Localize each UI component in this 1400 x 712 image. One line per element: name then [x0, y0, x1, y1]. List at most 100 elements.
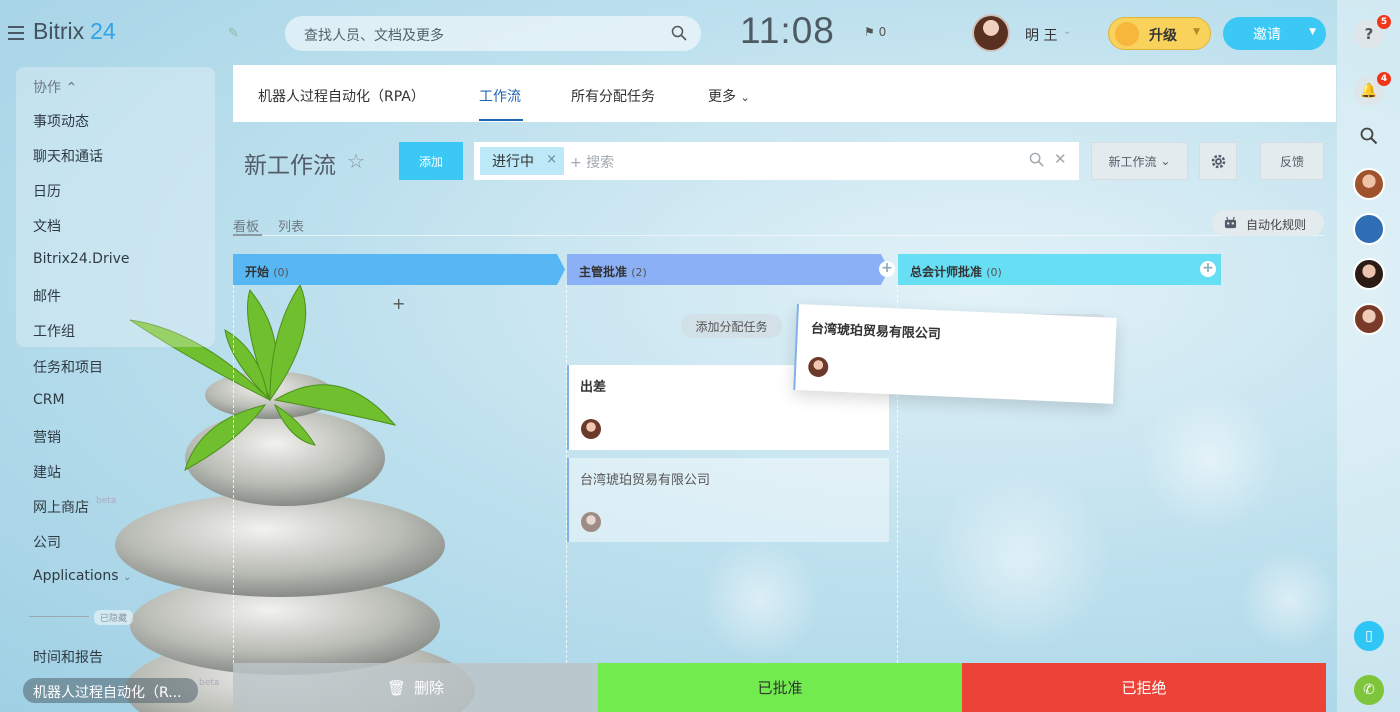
view-divider [233, 235, 1324, 236]
edit-pencil-icon[interactable]: ✎ [228, 26, 242, 41]
card-title: 台湾琥珀贸易有限公司 [580, 473, 711, 488]
card-avatar [581, 419, 601, 439]
menu-item[interactable]: 网上商店 [33, 497, 89, 517]
clear-icon[interactable]: ✕ [1054, 150, 1067, 168]
clock[interactable]: 11:08 [740, 10, 835, 52]
automation-rules-button[interactable]: 自动化规则 [1212, 210, 1324, 236]
menu-item[interactable]: 营销 [33, 427, 61, 447]
view-kanban[interactable]: 看板 [233, 216, 259, 235]
global-search[interactable]: 查找人员、文档及更多 [285, 16, 701, 51]
search-icon[interactable] [1360, 127, 1378, 145]
gear-icon [1211, 154, 1225, 168]
column-name: 总会计师批准 [910, 265, 983, 279]
delete-label: 删除 [414, 679, 445, 697]
card-avatar [807, 356, 829, 378]
beta-badge: beta [199, 678, 220, 688]
menu-item[interactable]: CRM [33, 392, 65, 408]
column-header-manager[interactable]: 主管批准 (2) + [567, 254, 895, 285]
menu-divider [29, 616, 89, 617]
menu-item[interactable]: 公司 [33, 532, 61, 552]
flag-count: 0 [878, 25, 887, 39]
invite-label: 邀请 [1253, 27, 1281, 43]
card-avatar [581, 512, 601, 532]
column-header-accountant[interactable]: 总会计师批准 (0) + [898, 254, 1221, 285]
new-workflow-label: 新工作流 [1108, 154, 1157, 169]
group-label: 协作 [33, 80, 61, 96]
feedback-button[interactable]: 反馈 [1260, 142, 1324, 180]
close-icon[interactable]: × [546, 152, 557, 167]
beta-badge: beta [96, 496, 117, 506]
chevron-down-icon: ▼ [1309, 27, 1316, 37]
add-column-icon[interactable]: + [1200, 261, 1216, 277]
tab-workflow[interactable]: 工作流 [479, 86, 521, 106]
group-chat-icon[interactable] [1353, 213, 1385, 245]
contact-avatar[interactable] [1353, 168, 1385, 200]
active-tab-indicator [479, 119, 523, 121]
chevron-down-icon: ⌄ [740, 91, 750, 104]
add-button[interactable]: 添加 [399, 142, 463, 180]
filter-search-input[interactable]: + 搜索 [570, 152, 614, 172]
chevron-down-icon: ⌄ [1160, 154, 1171, 168]
mobile-app-icon[interactable]: ▯ [1354, 621, 1384, 651]
flag-icon: ⚑ [864, 25, 879, 39]
upgrade-label: 升级 [1149, 28, 1177, 44]
new-workflow-button[interactable]: 新工作流 ⌄ [1091, 142, 1188, 180]
filter-chip[interactable]: 进行中 × [480, 147, 564, 175]
logo[interactable]: Bitrix 24 [33, 18, 116, 45]
column-count: (0) [273, 266, 289, 279]
search-placeholder: 查找人员、文档及更多 [304, 28, 444, 44]
active-view-indicator [233, 234, 262, 236]
menu-group-header[interactable]: 协作 ⌃ [33, 77, 77, 97]
phone-icon[interactable]: ✆ [1354, 675, 1384, 705]
logo-number: 24 [90, 18, 116, 44]
reject-button[interactable]: 已拒绝 [962, 663, 1326, 712]
menu-item-rpa[interactable]: 机器人过程自动化（R... [33, 682, 182, 702]
star-icon[interactable]: ☆ [347, 149, 365, 173]
search-icon[interactable] [1029, 152, 1044, 167]
menu-item[interactable]: 事项动态 [33, 111, 89, 131]
contact-avatar[interactable] [1353, 258, 1385, 290]
menu-item[interactable]: 邮件 [33, 286, 61, 306]
menu-icon[interactable] [8, 26, 24, 40]
filter-bar[interactable]: 进行中 × + 搜索 ✕ [474, 142, 1079, 180]
invite-button[interactable]: 邀请 ▼ [1223, 17, 1326, 50]
notify-badge: 4 [1377, 72, 1391, 86]
column-header-start[interactable]: 开始 (0) [233, 254, 566, 285]
approve-button[interactable]: 已批准 [598, 663, 962, 712]
menu-item[interactable]: 文档 [33, 216, 61, 236]
menu-item[interactable]: 任务和项目 [33, 357, 103, 377]
menu-item[interactable]: 日历 [33, 181, 61, 201]
hidden-items-toggle[interactable]: 已隐藏 [94, 610, 134, 625]
flag-counter[interactable]: ⚑ 0 [864, 25, 886, 39]
page-title: 新工作流 [244, 153, 336, 179]
card-title: 出差 [580, 380, 607, 395]
menu-item[interactable]: 时间和报告 [33, 647, 103, 667]
right-sidebar: ? 5 🔔 4 ▯ ✆ [1337, 0, 1400, 712]
add-card-icon[interactable]: + [392, 294, 405, 313]
menu-item[interactable]: 工作组 [33, 321, 75, 341]
user-avatar[interactable] [972, 14, 1010, 52]
logo-brand: Bitrix [33, 18, 85, 44]
chevron-down-icon[interactable]: ⌄ [1063, 26, 1071, 37]
dragging-card[interactable]: 台湾琥珀贸易有限公司 [793, 304, 1117, 404]
menu-item-applications[interactable]: Applications ⌄ [33, 568, 131, 584]
column-divider [233, 285, 234, 663]
settings-button[interactable] [1199, 142, 1237, 180]
tab-all-tasks[interactable]: 所有分配任务 [571, 86, 655, 106]
tab-more[interactable]: 更多 ⌄ [708, 86, 750, 106]
tab-rpa[interactable]: 机器人过程自动化（RPA） [258, 86, 425, 106]
menu-item[interactable]: 聊天和通话 [33, 146, 103, 166]
add-task-button[interactable]: 添加分配任务 [681, 314, 782, 338]
menu-item[interactable]: Bitrix24.Drive [33, 251, 130, 267]
tab-more-label: 更多 [708, 89, 736, 105]
view-list[interactable]: 列表 [278, 216, 304, 235]
upgrade-button[interactable]: 升级 ▼ [1108, 17, 1211, 50]
add-column-icon[interactable]: + [879, 261, 895, 277]
search-icon[interactable] [671, 25, 687, 41]
help-badge: 5 [1377, 15, 1391, 29]
user-name[interactable]: 明 王 [1025, 25, 1057, 45]
contact-avatar[interactable] [1353, 303, 1385, 335]
column-name: 主管批准 [579, 265, 628, 279]
delete-button[interactable]: 🗑 删除 [233, 663, 598, 712]
menu-item[interactable]: 建站 [33, 462, 61, 482]
